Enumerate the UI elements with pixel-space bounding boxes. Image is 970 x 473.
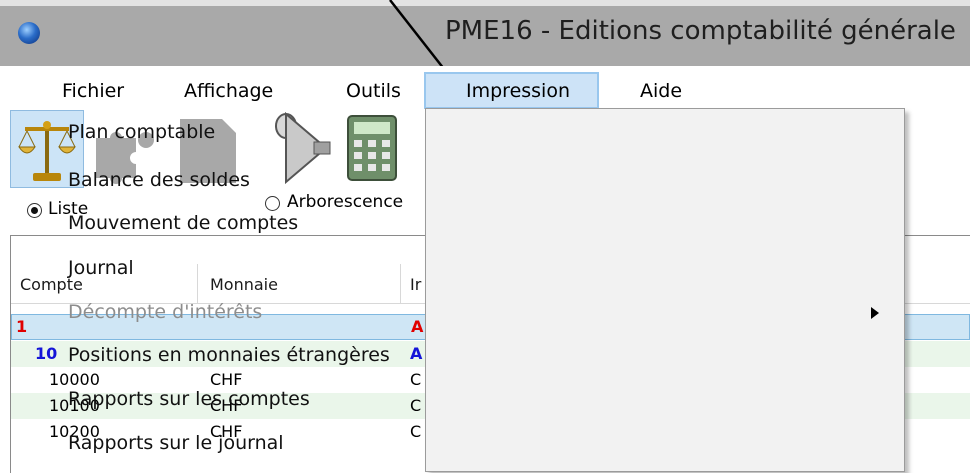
- impression-dropdown: [425, 108, 905, 472]
- column-header-monnaie[interactable]: Monnaie: [210, 275, 278, 294]
- column-header-intitule[interactable]: Ir: [410, 275, 421, 294]
- desktop-edge: [0, 0, 970, 6]
- column-divider[interactable]: [197, 264, 198, 303]
- cell-intitule: C: [410, 396, 422, 415]
- menu-item-plan-comptable[interactable]: Plan comptable: [68, 121, 215, 143]
- menu-item-positions-monnaies[interactable]: Positions en monnaies étrangères: [68, 344, 390, 366]
- cell-compte: 10: [35, 344, 58, 363]
- tree-view-radio[interactable]: [265, 196, 280, 211]
- list-view-radio[interactable]: [27, 203, 42, 218]
- menu-item-rapports-journal[interactable]: Rapports sur le journal: [68, 432, 284, 454]
- menu-item-rapports-comptes[interactable]: Rapports sur les comptes: [68, 388, 310, 410]
- menu-outils[interactable]: Outils: [346, 74, 401, 108]
- window-title: PME16 - Editions comptabilité générale: [445, 16, 956, 46]
- calculator-icon[interactable]: [344, 114, 402, 186]
- app-logo-icon[interactable]: [18, 22, 40, 44]
- menu-affichage[interactable]: Affichage: [184, 74, 273, 108]
- menu-impression[interactable]: Impression: [424, 72, 599, 109]
- menu-aide[interactable]: Aide: [640, 74, 682, 108]
- menu-item-decompte-interets[interactable]: Décompte d'intérêts: [68, 301, 262, 323]
- tree-view-label: Arborescence: [287, 192, 404, 212]
- cell-intitule: A: [410, 344, 423, 363]
- menu-fichier[interactable]: Fichier: [62, 74, 124, 108]
- menu-item-mouvement-comptes[interactable]: Mouvement de comptes: [68, 212, 298, 234]
- cell-intitule: A: [411, 317, 424, 336]
- menu-item-balance-soldes[interactable]: Balance des soldes: [68, 169, 250, 191]
- funnel-icon[interactable]: [262, 112, 334, 188]
- submenu-arrow-icon: [871, 307, 879, 319]
- cell-compte: 1: [16, 317, 28, 336]
- menu-item-journal[interactable]: Journal: [68, 257, 134, 279]
- column-divider[interactable]: [400, 264, 401, 303]
- cell-intitule: C: [410, 422, 422, 441]
- cell-intitule: C: [410, 370, 422, 389]
- radio-selected-dot: [31, 207, 38, 214]
